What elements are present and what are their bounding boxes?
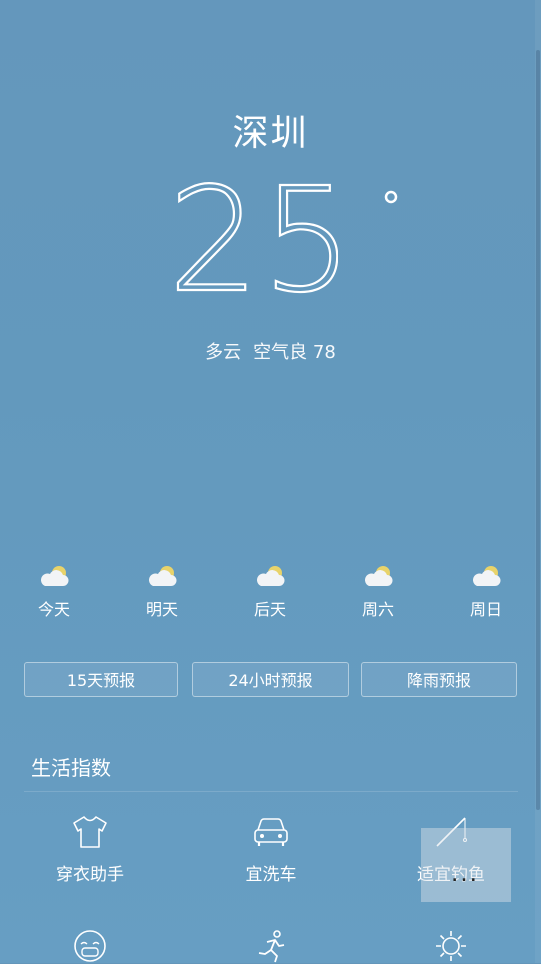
degree-symbol <box>384 190 398 204</box>
temperature-value: 25 <box>168 172 338 302</box>
life-index-uv[interactable] <box>376 928 526 964</box>
air-quality[interactable]: 空气良 78 <box>253 342 336 363</box>
life-index-title: 生活指数 <box>31 756 111 780</box>
temperature: 25 <box>168 172 338 302</box>
forecast-day-today[interactable]: 今天 <box>19 563 89 620</box>
forecast-day-saturday[interactable]: 周六 <box>343 563 413 620</box>
forecast-day-tomorrow[interactable]: 明天 <box>127 563 197 620</box>
partly-cloudy-icon <box>473 566 501 586</box>
tshirt-icon <box>73 816 107 848</box>
more-overlay-button[interactable]: ... <box>421 828 511 902</box>
life-index-exercise[interactable] <box>196 928 346 964</box>
forecast-24-hour-button[interactable]: 24小时预报 <box>192 662 349 697</box>
forecast-day-label: 今天 <box>37 600 70 619</box>
city-name[interactable]: 深圳 <box>0 104 541 156</box>
face-mask-icon <box>74 930 106 962</box>
life-index-air-mask[interactable] <box>15 928 165 964</box>
running-icon <box>258 930 285 963</box>
forecast-day-label: 明天 <box>145 600 178 619</box>
life-index-label: 穿衣助手 <box>56 865 124 885</box>
forecast-15-day-button[interactable]: 15天预报 <box>24 662 178 697</box>
partly-cloudy-icon <box>257 566 285 586</box>
scrollbar-thumb[interactable] <box>536 50 540 810</box>
forecast-day-label: 周日 <box>469 600 502 619</box>
rain-forecast-button[interactable]: 降雨预报 <box>361 662 517 697</box>
weather-condition: 多云 <box>205 342 242 363</box>
partly-cloudy-icon <box>149 566 177 586</box>
daily-forecast: 今天 明天 后天 周六 周日 <box>0 563 541 623</box>
forecast-day-label: 后天 <box>253 600 286 619</box>
forecast-day-label: 周六 <box>361 600 394 619</box>
life-index-dressing[interactable]: 穿衣助手 <box>15 814 165 885</box>
divider <box>24 791 518 792</box>
partly-cloudy-icon <box>41 566 69 586</box>
partly-cloudy-icon <box>365 566 393 586</box>
more-dots-icon: ... <box>452 869 480 885</box>
forecast-day-after-tomorrow[interactable]: 后天 <box>235 563 305 620</box>
forecast-day-sunday[interactable]: 周日 <box>451 563 521 620</box>
condition-line: 多云 空气良 78 <box>0 338 541 364</box>
forecast-buttons: 15天预报 24小时预报 降雨预报 <box>24 662 518 698</box>
life-index-label: 宜洗车 <box>245 865 297 885</box>
car-icon <box>254 818 288 846</box>
life-index-car-wash[interactable]: 宜洗车 <box>196 814 346 885</box>
sun-icon <box>436 931 466 961</box>
